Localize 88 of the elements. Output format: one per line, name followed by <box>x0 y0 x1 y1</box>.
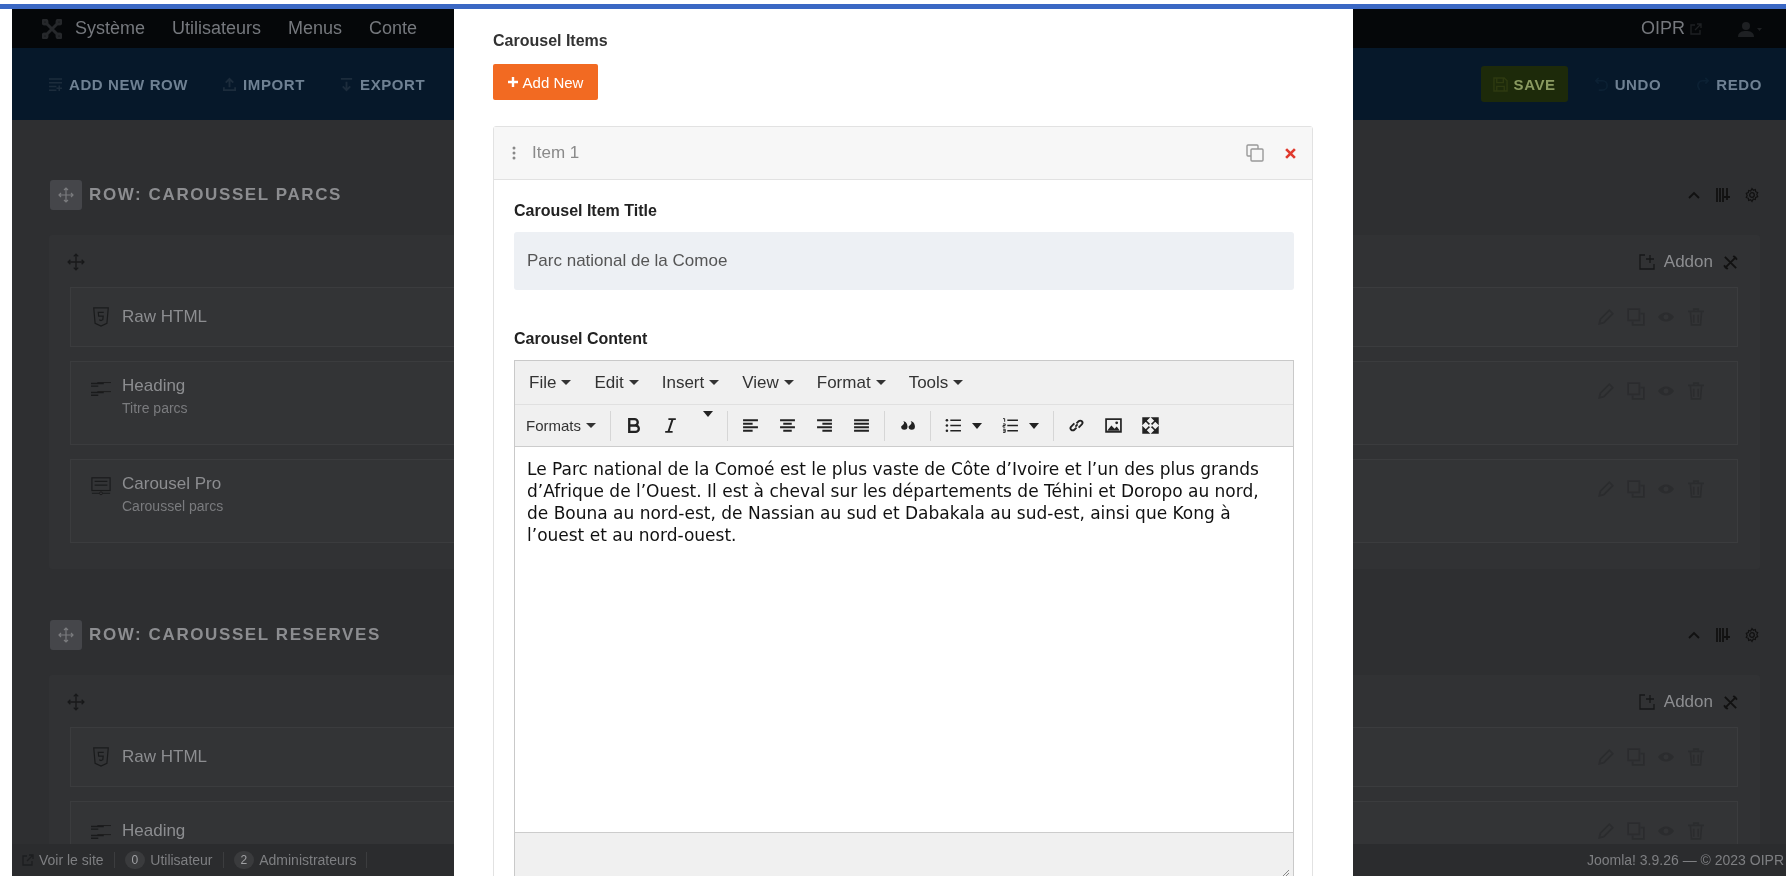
field-label: Carousel Item Title <box>514 202 658 220</box>
bold-icon[interactable] <box>625 417 642 434</box>
addon-card[interactable] <box>1353 287 1738 347</box>
user-icon[interactable] <box>1738 20 1762 37</box>
add-column-icon[interactable] <box>1715 627 1731 643</box>
tools-icon[interactable] <box>1723 694 1738 710</box>
editor-menu[interactable]: Edit <box>594 372 639 393</box>
slides-icon <box>91 476 111 496</box>
duplicate-icon[interactable] <box>1246 144 1264 162</box>
count-badge: 2 <box>233 851 255 869</box>
add-addon-button[interactable]: Addon <box>1638 692 1713 712</box>
add-new-button[interactable]: Add New <box>493 64 598 100</box>
editor-menu[interactable]: View <box>742 372 794 393</box>
addon-card[interactable]: Raw HTML <box>70 287 454 347</box>
html5-icon <box>91 747 111 767</box>
addon-card[interactable] <box>1353 727 1738 787</box>
addon-card[interactable] <box>1353 801 1738 844</box>
footer-label[interactable]: Utilisateur <box>150 852 213 868</box>
addon-name: Raw HTML <box>122 307 207 327</box>
html5-icon <box>91 307 111 327</box>
row-title: ROW: CAROUSSEL PARCS <box>89 185 343 205</box>
site-link[interactable]: OIPR <box>1641 18 1685 39</box>
toolbar-button[interactable]: SAVE <box>1480 66 1568 102</box>
nav-menu-item[interactable]: Système <box>75 18 146 39</box>
tools-icon[interactable] <box>1723 254 1738 270</box>
settings-icon[interactable] <box>1744 187 1760 203</box>
editor-menu[interactable]: Tools <box>908 372 964 393</box>
section-title: Carousel Items <box>493 32 609 50</box>
align-left-icon[interactable] <box>742 417 759 434</box>
logo-icon[interactable] <box>42 18 62 39</box>
title-input[interactable]: Parc national de la Comoe <box>514 232 1294 290</box>
add-column-icon[interactable] <box>1715 187 1731 203</box>
resize-grip-icon[interactable] <box>1280 869 1290 876</box>
editor-menu[interactable]: File <box>529 372 572 393</box>
version-text: Joomla! 3.9.26 — © 2023 OIPR <box>1586 852 1785 868</box>
addon-name: Raw HTML <box>122 747 207 767</box>
caret-icon[interactable] <box>972 422 982 429</box>
toolbar-button[interactable]: EXPORT <box>339 75 426 93</box>
addon-card[interactable]: Heading <box>70 801 454 844</box>
add-icon <box>1638 254 1655 270</box>
addon-card[interactable]: Carousel Pro Caroussel parcs <box>70 459 454 543</box>
view-site-link[interactable]: Voir le site <box>22 852 104 868</box>
addon-subtitle: Caroussel parcs <box>122 498 224 514</box>
move-handle[interactable] <box>50 180 82 210</box>
close-icon[interactable] <box>1285 147 1296 159</box>
caret-icon[interactable] <box>1029 422 1039 429</box>
nav-menu-item[interactable]: Conte <box>369 18 418 39</box>
align-center-icon[interactable] <box>779 417 796 434</box>
nav-menu-item[interactable]: Utilisateurs <box>172 18 262 39</box>
addon-card[interactable] <box>1353 459 1738 543</box>
move-icon[interactable] <box>67 253 85 271</box>
addon-card[interactable]: Heading Titre parcs <box>70 361 454 445</box>
editor-menu[interactable]: Format <box>816 372 886 393</box>
field-label: Carousel Content <box>514 330 649 348</box>
add-icon <box>1638 694 1655 710</box>
toolbar-button[interactable]: REDO <box>1695 75 1762 93</box>
footer-label[interactable]: Administrateurs <box>259 852 357 868</box>
addon-card[interactable]: Raw HTML <box>70 727 454 787</box>
bullet-list-icon[interactable] <box>945 417 962 434</box>
row-title: ROW: CAROUSSEL RESERVES <box>89 625 381 645</box>
add-addon-button[interactable]: Addon <box>1638 252 1713 272</box>
addon-name: Carousel Pro <box>122 474 223 494</box>
link-icon[interactable] <box>1068 417 1085 434</box>
toolbar-button[interactable]: ADD NEW ROW <box>48 75 189 93</box>
formats-dropdown[interactable]: Formats <box>526 417 596 434</box>
external-link-icon[interactable] <box>1690 22 1702 35</box>
count-badge: 0 <box>124 851 146 869</box>
move-handle[interactable] <box>50 620 82 650</box>
addon-card[interactable] <box>1353 361 1738 445</box>
fullscreen-icon[interactable] <box>1142 417 1159 434</box>
toolbar-button[interactable]: IMPORT <box>222 75 306 93</box>
caret-icon[interactable] <box>703 411 713 417</box>
drag-handle-icon[interactable] <box>512 146 516 160</box>
nav-menu-item[interactable]: Menus <box>288 18 343 39</box>
numbered-list-icon[interactable] <box>1002 417 1019 434</box>
editor-menu[interactable]: Insert <box>661 372 720 393</box>
toolbar-button[interactable]: UNDO <box>1593 75 1662 93</box>
plus-icon <box>507 77 518 87</box>
addon-name: Heading <box>122 376 187 396</box>
move-icon[interactable] <box>67 693 85 711</box>
align-right-icon[interactable] <box>816 417 833 434</box>
italic-icon[interactable] <box>662 417 679 434</box>
addon-name: Heading <box>122 821 186 841</box>
settings-icon[interactable] <box>1744 627 1760 643</box>
justify-icon[interactable] <box>853 417 870 434</box>
image-icon[interactable] <box>1105 417 1122 434</box>
editor-text[interactable]: Le Parc national de la Comoé est le plus vaste de Côte d’Ivoire et l’un des plus grands d’Afrique de l’Ouest. Il est à cheval sur les départements de Téhini et Doropo au nord, de Bouna au nord-est, de Nassian au sud et Dabakala au sud-est, ainsi que Kong à l’ouest et au nord-ouest. <box>527 458 1281 546</box>
addon-subtitle: Titre parcs <box>122 400 188 416</box>
